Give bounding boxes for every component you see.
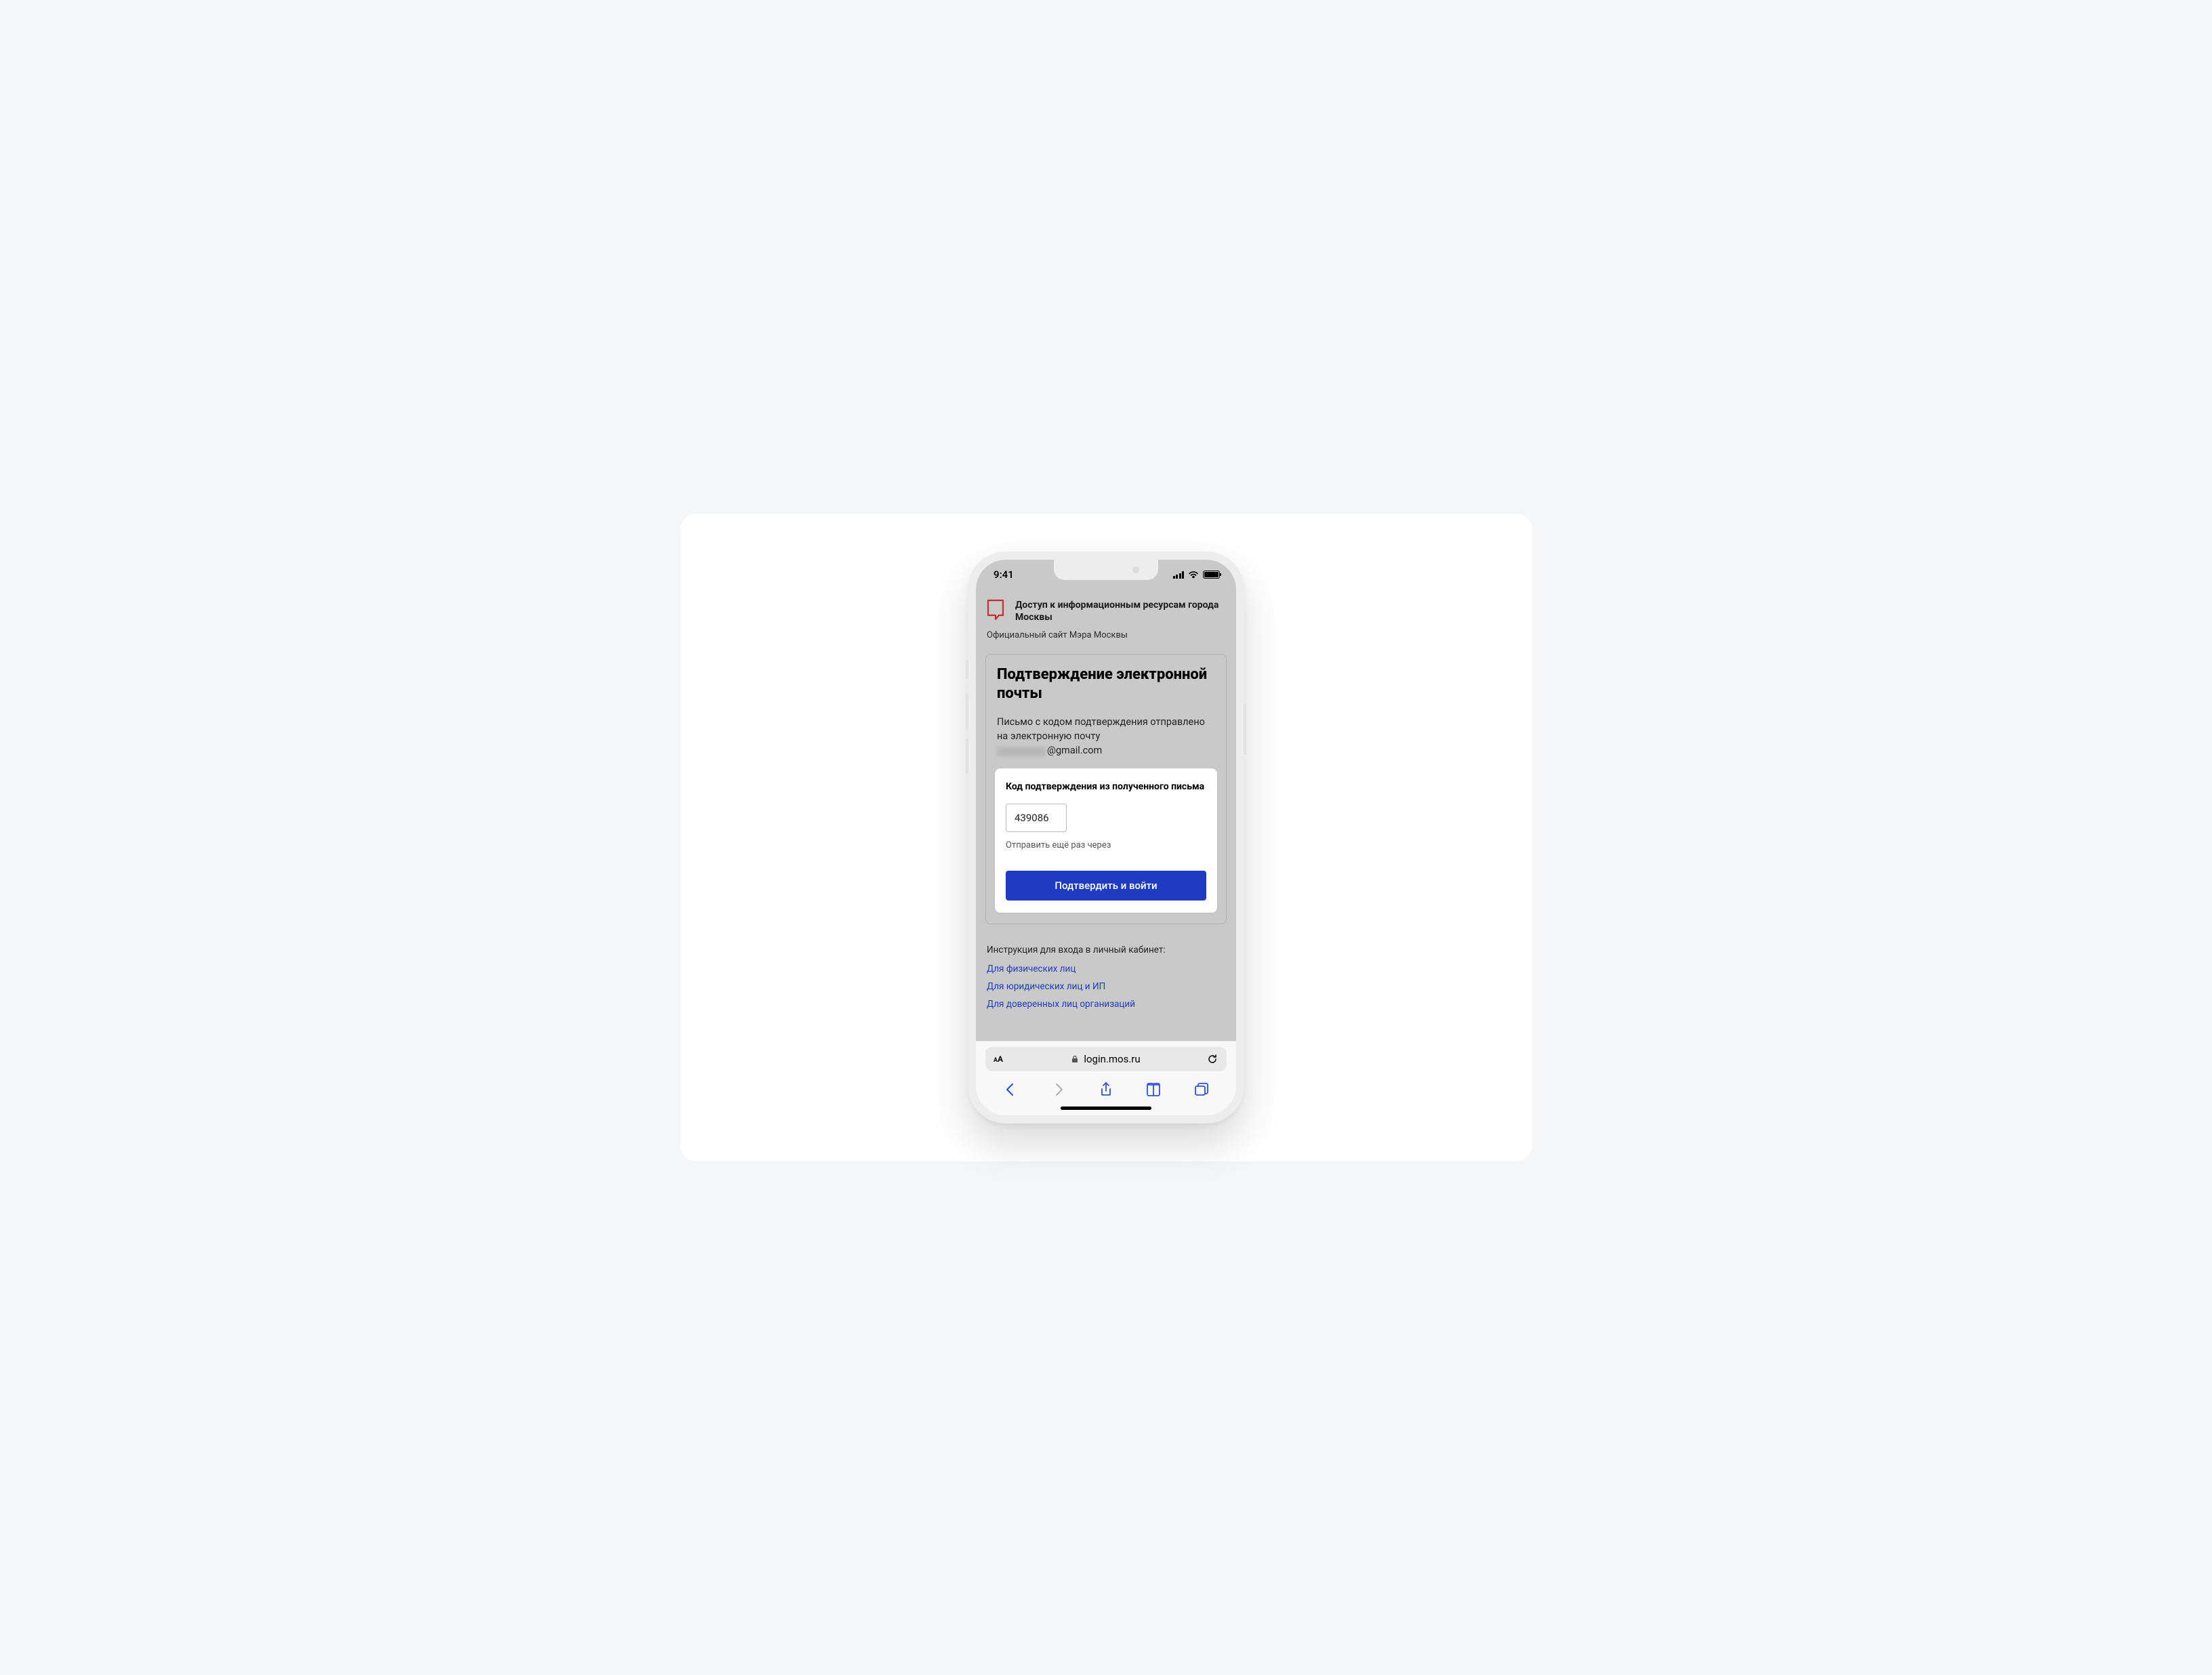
cellular-icon xyxy=(1173,571,1185,579)
text-size-icon[interactable]: A xyxy=(994,1054,1003,1064)
phone-frame: 9:41 Доступ к информационным ресурсам го… xyxy=(968,552,1244,1123)
email-blurred-prefix xyxy=(997,747,1046,756)
tabs-button[interactable] xyxy=(1193,1081,1210,1098)
url-bar[interactable]: A login.mos.ru xyxy=(985,1047,1227,1071)
home-indicator[interactable] xyxy=(1061,1107,1151,1110)
header-subtitle: Официальный сайт Мэра Москвы xyxy=(987,630,1225,640)
panel-info: Письмо с кодом подтверждения отправлено … xyxy=(997,715,1215,758)
lock-icon xyxy=(1071,1055,1078,1063)
volume-mute-button xyxy=(966,660,968,679)
stage: 9:41 Доступ к информационным ресурсам го… xyxy=(680,514,1532,1161)
back-button[interactable] xyxy=(1002,1081,1019,1098)
instruction-link-legal[interactable]: Для юридических лиц и ИП xyxy=(987,981,1225,992)
code-input-label: Код подтверждения из полученного письма xyxy=(1006,781,1206,794)
phone-screen: 9:41 Доступ к информационным ресурсам го… xyxy=(976,560,1236,1115)
email-suffix: @gmail.com xyxy=(1047,745,1102,756)
header-title: Доступ к информационным ресурсам города … xyxy=(1015,599,1225,623)
battery-icon xyxy=(1203,571,1220,579)
resend-hint: Отправить ещё раз через xyxy=(1006,840,1206,850)
power-button xyxy=(1244,703,1246,755)
forward-button[interactable] xyxy=(1050,1081,1067,1098)
share-button[interactable] xyxy=(1097,1081,1115,1098)
instructions-title: Инструкция для входа в личный кабинет: xyxy=(987,945,1225,955)
panel-info-prefix: Письмо с кодом подтверждения отправлено … xyxy=(997,716,1205,742)
page-header: Доступ к информационным ресурсам города … xyxy=(976,590,1236,646)
bookmarks-button[interactable] xyxy=(1145,1081,1162,1098)
instruction-link-trusted[interactable]: Для доверенных лиц организаций xyxy=(987,999,1225,1010)
instruction-link-individual[interactable]: Для физических лиц xyxy=(987,964,1225,974)
moscow-logo-icon xyxy=(987,599,1007,622)
instructions-block: Инструкция для входа в личный кабинет: Д… xyxy=(976,924,1236,1022)
browser-viewport[interactable]: Доступ к информационным ресурсам города … xyxy=(976,590,1236,1041)
confirmation-panel: Подтверждение электронной почты Письмо с… xyxy=(985,654,1227,924)
phone-notch xyxy=(1054,560,1158,580)
safari-toolbar: A login.mos.ru xyxy=(976,1041,1236,1115)
confirm-login-button[interactable]: Подтвердить и войти xyxy=(1006,871,1206,901)
safari-bottom-bar xyxy=(976,1077,1236,1105)
panel-heading: Подтверждение электронной почты xyxy=(997,665,1215,703)
status-icons xyxy=(1173,571,1221,579)
url-text: login.mos.ru xyxy=(1084,1053,1140,1065)
volume-down-button xyxy=(966,739,968,774)
wifi-icon xyxy=(1188,571,1199,579)
code-entry-card: Код подтверждения из полученного письма … xyxy=(995,768,1217,913)
code-input[interactable] xyxy=(1006,804,1067,832)
reload-icon[interactable] xyxy=(1206,1053,1218,1065)
volume-up-button xyxy=(966,694,968,729)
